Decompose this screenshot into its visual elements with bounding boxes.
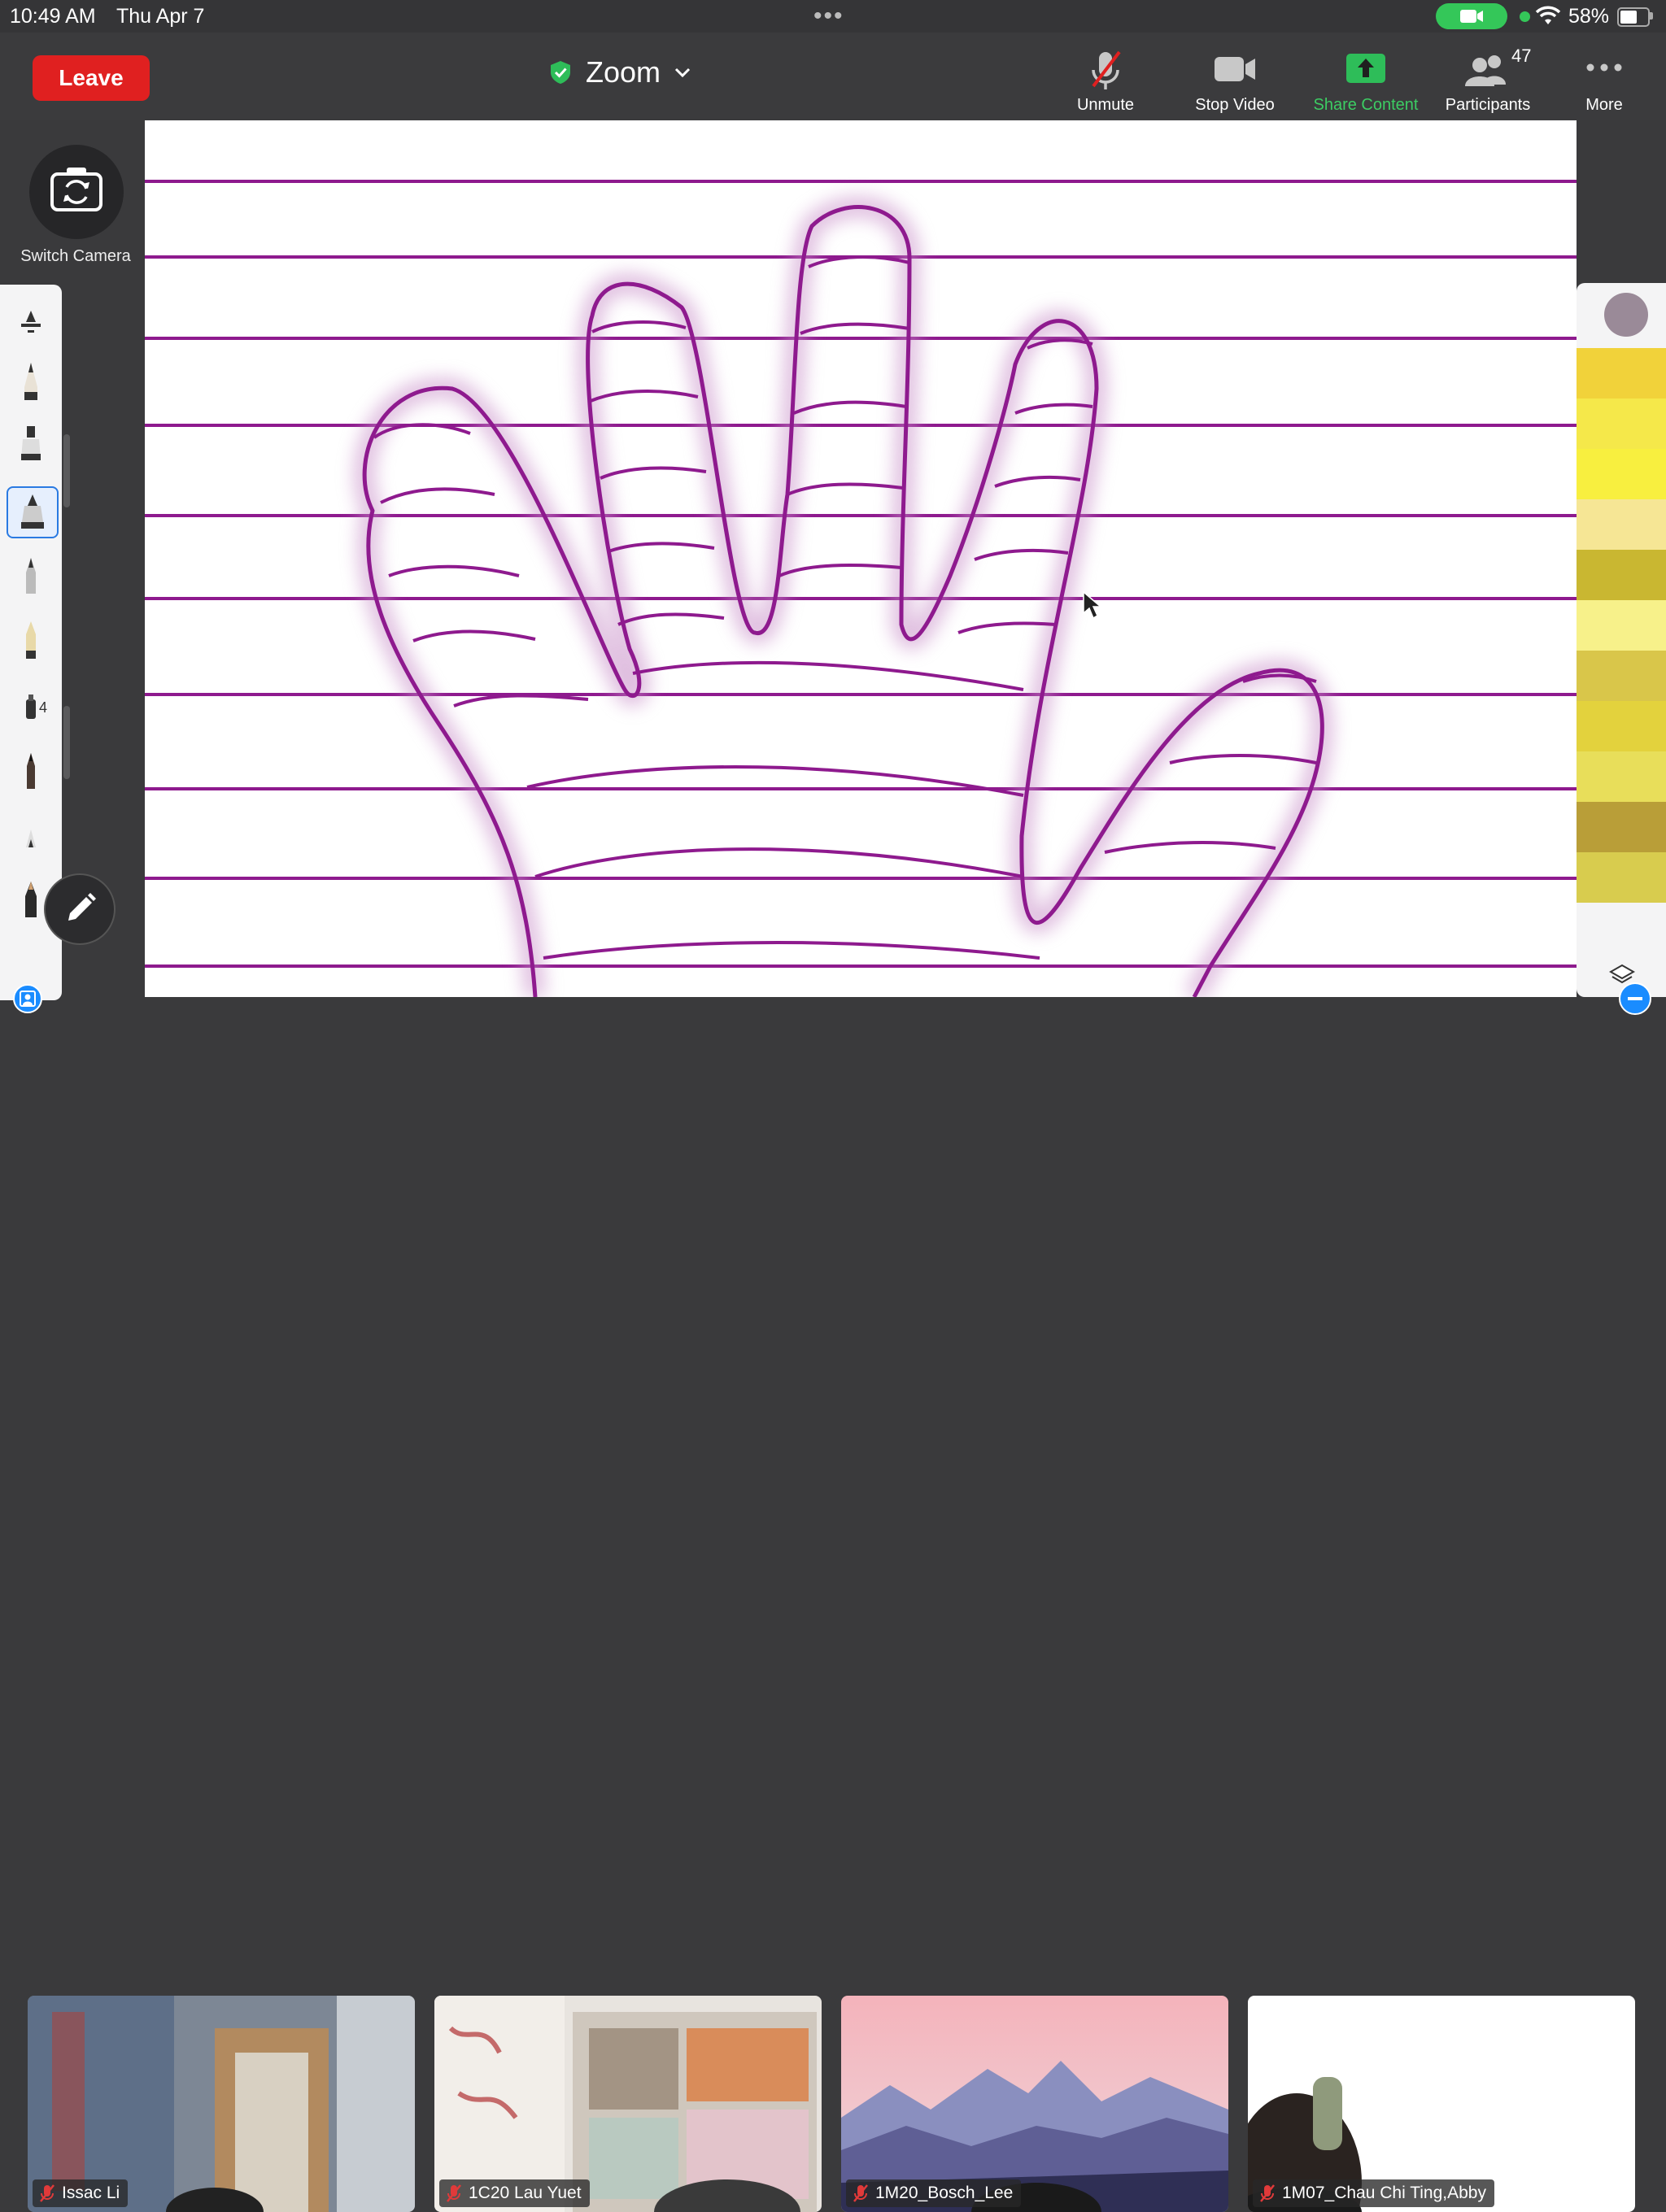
shield-check-icon: [551, 61, 570, 84]
hand-drawing-canvas[interactable]: [145, 120, 1577, 997]
video-camera-icon: [1215, 57, 1255, 81]
tray-scroll-handle[interactable]: [63, 434, 70, 507]
participant-name-tag: 1C20 Lau Yuet: [439, 2179, 590, 2207]
highlighter-tool-icon[interactable]: [7, 486, 59, 538]
participant-name: Issac Li: [62, 2184, 120, 2202]
annotate-edit-button[interactable]: [44, 873, 116, 945]
participants-label: Participants: [1445, 96, 1531, 114]
microphone-muted-icon: [1260, 2184, 1275, 2202]
participants-count: 47: [1511, 46, 1532, 66]
brush-tool-icon[interactable]: [16, 748, 46, 795]
participant-name-tag: Issac Li: [33, 2179, 129, 2207]
participant-name: 1M07_Chau Chi Ting,Abby: [1282, 2184, 1486, 2202]
right-panel: [1577, 120, 1666, 997]
share-arrow-icon: [1346, 54, 1385, 83]
switch-camera-button[interactable]: [29, 145, 124, 239]
participant-video-strip: Issac Li 1C20 Lau Yuet 1M20_Bosch_Lee 1M…: [0, 997, 1666, 2212]
status-bar: 10:49 AM Thu Apr 7 ••• 58%: [0, 0, 1666, 33]
color-swatch[interactable]: [1577, 550, 1666, 600]
color-swatch[interactable]: [1577, 398, 1666, 449]
wifi-icon: [1535, 6, 1561, 24]
battery-icon: [1617, 7, 1650, 27]
mouse-cursor-icon: [1083, 590, 1103, 620]
microphone-muted-icon: [447, 2184, 461, 2202]
stop-video-button[interactable]: Stop Video: [1184, 41, 1285, 114]
switch-camera-label: Switch Camera: [20, 247, 131, 265]
participant-name: 1M20_Bosch_Lee: [875, 2184, 1014, 2202]
more-label: More: [1585, 96, 1623, 114]
ruler-tool-icon[interactable]: [16, 299, 46, 346]
color-swatch[interactable]: [1577, 802, 1666, 852]
leave-button[interactable]: Leave: [33, 55, 150, 101]
microphone-muted-icon: [40, 2184, 55, 2202]
multitasking-dots-icon[interactable]: •••: [813, 4, 844, 28]
meeting-toolbar: Leave Zoom Unmute Stop Video Share Conte…: [0, 33, 1666, 120]
color-swatch[interactable]: [1577, 701, 1666, 751]
battery-percent: 58%: [1568, 5, 1610, 28]
tray-scroll-handle[interactable]: [63, 706, 70, 779]
crayon-tool-icon[interactable]: [16, 618, 46, 665]
color-swatch[interactable]: [1577, 600, 1666, 651]
microphone-muted-icon: [853, 2184, 868, 2202]
participant-name-tag: 1M07_Chau Chi Ting,Abby: [1253, 2179, 1494, 2207]
camera-in-use-indicator: [1436, 3, 1507, 29]
color-swatch[interactable]: [1577, 449, 1666, 499]
eraser-tool-icon[interactable]: [16, 812, 46, 859]
status-time: 10:49 AM: [10, 5, 96, 28]
privacy-dot: [1520, 11, 1530, 22]
color-swatch[interactable]: [1577, 751, 1666, 802]
participant-name-tag: 1M20_Bosch_Lee: [846, 2179, 1022, 2207]
current-color-swatch[interactable]: [1604, 293, 1648, 337]
calligraphy-pen-tool-icon[interactable]: [16, 877, 46, 924]
more-button[interactable]: More: [1573, 41, 1635, 114]
color-swatch[interactable]: [1577, 499, 1666, 550]
meeting-title: Zoom: [586, 55, 661, 89]
unmute-label: Unmute: [1076, 96, 1135, 114]
pencil-tool-icon[interactable]: [16, 359, 46, 407]
participants-icon: [1465, 55, 1506, 86]
pen-size-badge: 4: [39, 699, 48, 716]
microphone-muted-icon: [1092, 50, 1121, 89]
bottom-bar: [0, 1215, 1666, 1249]
fountain-pen-tool-icon[interactable]: [16, 553, 46, 600]
status-date: Thu Apr 7: [116, 5, 205, 28]
shared-whiteboard[interactable]: [145, 120, 1577, 997]
participant-tile[interactable]: 1C20 Lau Yuet: [434, 1996, 822, 2212]
color-palette: [1577, 283, 1666, 997]
share-content-label: Share Content: [1313, 96, 1419, 114]
color-swatch[interactable]: [1577, 852, 1666, 903]
battery-tip: [1650, 12, 1653, 20]
video-camera-icon: [1460, 10, 1483, 23]
participant-tile[interactable]: 1M07_Chau Chi Ting,Abby: [1248, 1996, 1635, 2212]
color-swatch[interactable]: [1577, 651, 1666, 701]
more-dots-icon: [1586, 63, 1622, 72]
stop-video-label: Stop Video: [1195, 96, 1275, 114]
participant-tile[interactable]: Issac Li: [28, 1996, 415, 2212]
chevron-down-icon: [674, 67, 691, 78]
share-content-button[interactable]: Share Content: [1305, 41, 1427, 114]
unmute-button[interactable]: Unmute: [1062, 41, 1149, 114]
left-panel: Switch Camera 4: [0, 120, 145, 1000]
meeting-title-dropdown[interactable]: Zoom: [548, 52, 691, 93]
participant-name: 1C20 Lau Yuet: [469, 2184, 582, 2202]
camera-rotate-icon: [50, 168, 102, 211]
marker-tool-icon[interactable]: [16, 421, 46, 468]
color-swatch[interactable]: [1577, 348, 1666, 398]
participant-tile[interactable]: 1M20_Bosch_Lee: [841, 1996, 1228, 2212]
pencil-edit-icon: [68, 893, 96, 921]
horizontal-lines: [145, 180, 1577, 968]
